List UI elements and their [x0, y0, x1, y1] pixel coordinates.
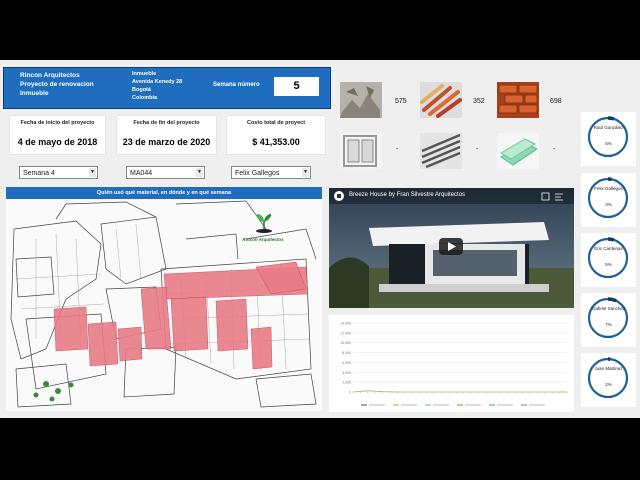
total-cost-label: Costo total de proyect: [246, 120, 306, 126]
country: Colombia: [132, 95, 158, 101]
legend-label: [433, 404, 449, 406]
person-percent: 2%: [605, 382, 612, 387]
progress-ring: [587, 177, 629, 219]
usage-chart: 14,000 12,000 10,000 8,000 6,000 4,000 2,000 0: [329, 315, 574, 412]
material-count-3: 698: [550, 98, 562, 105]
y-tick-label: 2,000: [342, 381, 351, 385]
total-cost-value: $ 41,353.00: [252, 137, 300, 147]
plant-logo-icon: [256, 214, 272, 233]
person-name: Juan Martinez: [594, 366, 623, 371]
week-dropdown[interactable]: Semana 4 ▼: [19, 166, 98, 179]
material-dropdown-value: MA044: [130, 170, 153, 177]
pipes-material-icon[interactable]: [420, 82, 462, 118]
company-block: Rincon Arquitectos Proyecto de renovacio…: [20, 71, 94, 98]
chevron-down-icon[interactable]: ▼: [89, 168, 96, 177]
chevron-down-icon[interactable]: ▼: [196, 168, 203, 177]
legend-label: [465, 404, 481, 406]
material-count-5: -: [476, 146, 479, 153]
rubble-material-icon[interactable]: [340, 82, 382, 118]
person-percent: 3%: [605, 202, 612, 207]
person-progress-card[interactable]: Gabriel Sanchez 7%: [581, 293, 636, 347]
material-count-2: 352: [473, 98, 485, 105]
project-header: Rincon Arquitectos Proyecto de renovacio…: [3, 67, 331, 109]
legend-label: [497, 404, 513, 406]
end-date-card: Fecha de fin del proyecto 23 de marzo de…: [117, 116, 216, 154]
glass-material-icon[interactable]: [497, 133, 539, 169]
address: Avenida Kenedy 28: [132, 79, 183, 85]
address-block: Inmueble Avenida Kenedy 28 Bogotá Colomb…: [132, 70, 182, 102]
video-title: Breeze House by Fran Silvestre Arquitect…: [349, 192, 466, 198]
person-percent: 7%: [605, 322, 612, 327]
floor-plan-panel: Quién usó qué material, en dónde y en qu…: [6, 187, 322, 411]
y-tick-label: 6,000: [342, 361, 351, 365]
person-name: Eric Cardenas: [594, 246, 623, 251]
project-type: Inmueble: [20, 90, 49, 97]
company-name: Rincon Arquitectos: [20, 72, 80, 79]
y-tick-label: 8,000: [342, 351, 351, 355]
person-name: Gabriel Sanchez: [591, 306, 626, 311]
person-dropdown-value: Felix Gallegos: [235, 170, 280, 177]
channel-logo-icon: [334, 191, 344, 201]
person-name: Felix Gallegos: [594, 186, 623, 191]
end-date-value: 23 de marzo de 2020: [122, 137, 211, 147]
dashboard-canvas: Rincon Arquitectos Proyecto de renovacio…: [0, 60, 640, 418]
company-logo-text: Rincon Arquitectos: [242, 237, 284, 242]
person-name: Raul González: [593, 125, 624, 130]
legend-label: [401, 404, 417, 406]
y-tick-label: 0: [349, 391, 351, 395]
legend-label: [369, 404, 385, 406]
person-progress-card[interactable]: Felix Gallegos 3%: [581, 173, 636, 227]
property-label: Inmueble: [132, 71, 157, 77]
y-tick-label: 10,000: [340, 341, 351, 345]
total-cost-card: Costo total de proyect $ 41,353.00: [227, 116, 325, 154]
usage-chart-svg: 14,000 12,000 10,000 8,000 6,000 4,000 2,000 0: [340, 322, 568, 406]
window-frame-material-icon[interactable]: [340, 133, 382, 169]
steel-bars-material-icon[interactable]: [420, 133, 462, 169]
floor-plan-title: Quién usó qué material, en dónde y en qu…: [6, 187, 322, 199]
series-line: [352, 390, 567, 393]
chevron-down-icon[interactable]: ▼: [302, 168, 309, 177]
share-icon[interactable]: [539, 191, 567, 203]
bricks-material-icon[interactable]: [497, 82, 539, 118]
week-number-box: 5: [274, 77, 319, 96]
progress-ring: [587, 357, 629, 399]
person-dropdown[interactable]: Felix Gallegos ▼: [231, 166, 311, 179]
project-name: Proyecto de renovacion: [20, 81, 94, 88]
start-date-value: 4 de mayo de 2018: [17, 137, 98, 147]
person-progress-card[interactable]: Raul González 5%: [581, 112, 636, 166]
play-icon[interactable]: [439, 238, 463, 255]
person-progress-card[interactable]: Eric Cardenas 5%: [581, 233, 636, 287]
person-progress-card[interactable]: Juan Martinez 2%: [581, 353, 636, 407]
progress-ring: [587, 297, 629, 339]
person-percent: 5%: [605, 262, 612, 267]
city: Bogotá: [132, 87, 151, 93]
y-tick-label: 14,000: [340, 322, 351, 326]
person-percent: 5%: [605, 141, 612, 146]
progress-ring: [587, 237, 629, 279]
week-label: Semana número: [213, 82, 260, 88]
y-tick-label: 4,000: [342, 371, 351, 375]
end-date-label: Fecha de fin del proyecto: [133, 120, 200, 126]
video-player[interactable]: Breeze House by Fran Silvestre Arquitect…: [329, 188, 574, 308]
y-tick-label: 12,000: [340, 331, 351, 335]
start-date-label: Fecha de inicio del proyecto: [20, 120, 95, 126]
week-dropdown-value: Semana 4: [23, 170, 55, 177]
progress-ring: [587, 116, 629, 158]
start-date-card: Fecha de inicio del proyecto 4 de mayo d…: [10, 116, 105, 154]
material-count-4: -: [396, 146, 399, 153]
legend-label: [529, 404, 545, 406]
material-count-6: -: [553, 146, 556, 153]
material-dropdown[interactable]: MA044 ▼: [126, 166, 205, 179]
material-count-1: 575: [395, 98, 407, 105]
